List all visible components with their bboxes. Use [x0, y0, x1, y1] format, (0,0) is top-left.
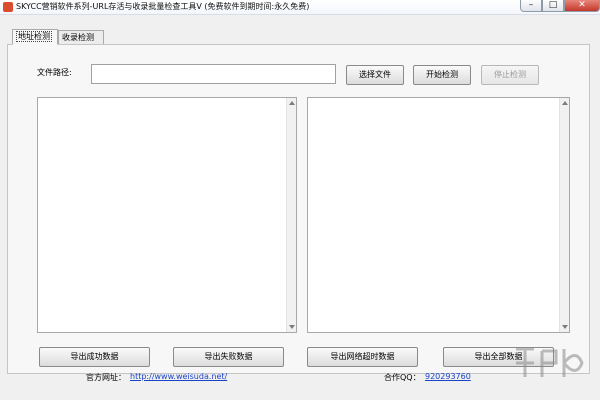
website-link[interactable]: http://www.weisuda.net/ [130, 372, 227, 381]
left-vertical-scrollbar[interactable] [286, 98, 296, 332]
start-check-button[interactable]: 开始检测 [413, 65, 471, 85]
file-path-input[interactable] [91, 64, 336, 84]
tab-index-check-label: 收录检测 [62, 33, 94, 42]
tab-index-check[interactable]: 收录检测 [58, 30, 104, 45]
app-icon [3, 2, 13, 12]
window-title: SKYCC营销软件系列-URL存活与收录批量检查工具V (免费软件到期时间:永久… [16, 2, 310, 11]
url-list-textarea[interactable] [37, 97, 297, 333]
title-bar[interactable]: SKYCC营销软件系列-URL存活与收录批量检查工具V (免费软件到期时间:永久… [0, 0, 600, 15]
export-timeout-button[interactable]: 导出网络超时数据 [307, 347, 418, 367]
scroll-down-arrow-icon[interactable] [562, 325, 568, 329]
app-window: SKYCC营销软件系列-URL存活与收录批量检查工具V (免费软件到期时间:永久… [0, 0, 600, 400]
scroll-down-arrow-icon[interactable] [289, 325, 295, 329]
qq-number-link[interactable]: 920293760 [425, 372, 471, 381]
maximize-button[interactable]: □ [542, 0, 564, 12]
result-textarea[interactable] [307, 97, 570, 333]
export-success-button[interactable]: 导出成功数据 [39, 347, 150, 367]
file-path-label: 文件路径: [37, 68, 72, 77]
select-file-button[interactable]: 选择文件 [346, 65, 404, 85]
scroll-up-arrow-icon[interactable] [289, 101, 295, 105]
export-fail-button[interactable]: 导出失败数据 [173, 347, 284, 367]
website-label: 官方网址： [86, 373, 126, 382]
right-vertical-scrollbar[interactable] [559, 98, 569, 332]
watermark-logo [516, 347, 584, 377]
close-button[interactable]: ✕ [564, 0, 600, 12]
stop-check-button[interactable]: 停止检测 [481, 65, 539, 85]
qq-label: 合作QQ： [384, 373, 421, 382]
minimize-button[interactable]: – [520, 0, 542, 12]
tab-address-check-label: 地址检测 [16, 31, 52, 42]
tab-address-check[interactable]: 地址检测 [12, 29, 58, 45]
scroll-up-arrow-icon[interactable] [562, 101, 568, 105]
